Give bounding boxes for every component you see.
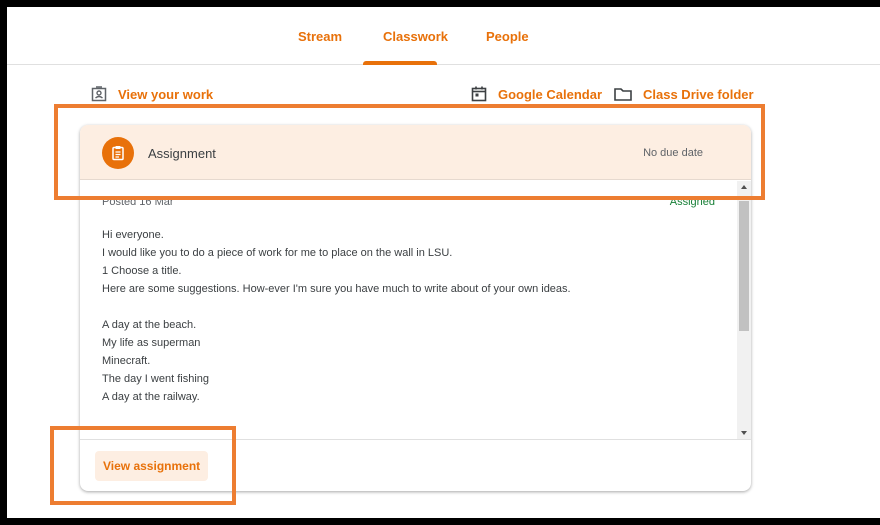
calendar-icon [471, 86, 487, 102]
description-line: Hi everyone. [102, 229, 164, 241]
google-calendar-label: Google Calendar [498, 86, 603, 102]
class-drive-folder-link[interactable]: Class Drive folder [613, 85, 754, 103]
tab-stream[interactable]: Stream [298, 29, 342, 44]
description-line: 1 Choose a title. [102, 265, 182, 277]
top-nav: Stream Classwork People [7, 7, 880, 65]
scroll-down-icon[interactable] [741, 431, 747, 435]
highlight-box-header [54, 104, 765, 200]
classroom-page: Stream Classwork People View your work G… [7, 7, 880, 518]
view-your-work-label: View your work [118, 86, 214, 102]
highlight-box-button [50, 426, 236, 505]
folder-icon [614, 88, 632, 101]
view-work-icon [91, 86, 107, 102]
scrollbar-thumb[interactable] [739, 201, 749, 331]
description-line: My life as superman [102, 337, 201, 349]
description-line: A day at the railway. [102, 391, 200, 403]
tab-classwork[interactable]: Classwork [383, 29, 448, 44]
scrollbar[interactable] [737, 181, 751, 439]
description-line: Minecraft. [102, 355, 151, 367]
class-drive-folder-label: Class Drive folder [643, 86, 754, 102]
active-tab-indicator [363, 61, 437, 65]
description-line: A day at the beach. [102, 319, 197, 331]
view-your-work-link[interactable]: View your work [90, 85, 213, 103]
assignment-details[interactable]: Posted 16 Mar Assigned Hi everyone. I wo… [80, 181, 751, 439]
description-line: I would like you to do a piece of work f… [102, 247, 453, 259]
google-calendar-link[interactable]: Google Calendar [470, 85, 602, 103]
description-line: The day I went fishing [102, 373, 210, 385]
assignment-description: Hi everyone. I would like you to do a pi… [102, 226, 722, 406]
description-line [102, 298, 722, 316]
tab-people[interactable]: People [486, 29, 529, 44]
description-line: Here are some suggestions. How-ever I'm … [102, 283, 571, 295]
